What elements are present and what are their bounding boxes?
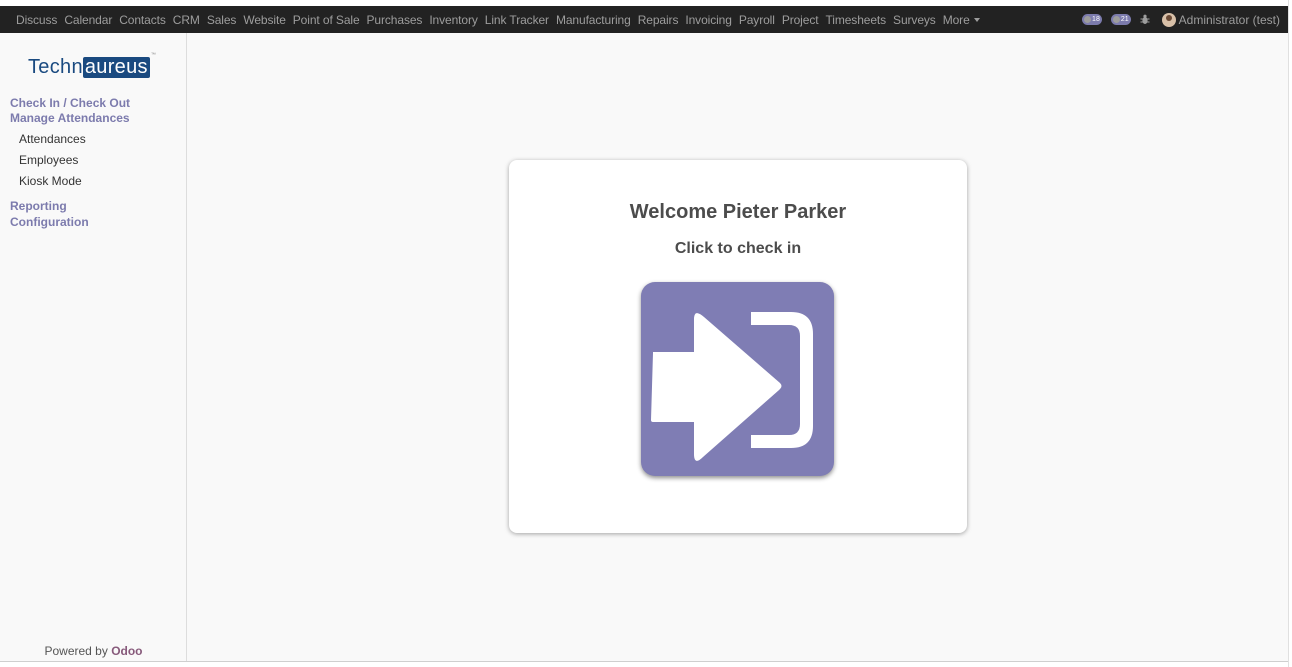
powered-by-text: Powered by xyxy=(44,644,108,658)
bug-icon[interactable] xyxy=(1140,14,1150,25)
logo-trademark: ™ xyxy=(150,52,157,58)
right-border xyxy=(1288,0,1292,667)
activity-indicator[interactable]: 18 xyxy=(1082,14,1102,25)
powered-by: Powered by Odoo xyxy=(0,644,187,658)
chat-icon xyxy=(1112,16,1120,23)
menu-more-label: More xyxy=(942,12,970,27)
menu-purchases[interactable]: Purchases xyxy=(367,13,423,27)
caret-down-icon xyxy=(973,18,980,23)
sidebar-reporting[interactable]: Reporting xyxy=(10,199,67,213)
sidebar-manage-attendances[interactable]: Manage Attendances xyxy=(10,111,130,125)
menu-repairs[interactable]: Repairs xyxy=(638,13,679,27)
app-menu: Discuss Calendar Contacts CRM Sales Webs… xyxy=(16,6,987,33)
attendance-card: Welcome Pieter Parker Click to check in xyxy=(509,160,967,533)
menu-more[interactable]: More xyxy=(943,13,980,27)
odoo-link[interactable]: Odoo xyxy=(111,644,142,658)
menu-inventory[interactable]: Inventory xyxy=(429,13,478,27)
messages-count: 21 xyxy=(1120,16,1129,23)
sidebar-check-in-check-out[interactable]: Check In / Check Out xyxy=(10,96,130,110)
menu-contacts[interactable]: Contacts xyxy=(119,13,166,27)
menu-discuss[interactable]: Discuss xyxy=(16,13,57,27)
sidebar-item-employees[interactable]: Employees xyxy=(19,153,78,167)
sidebar-configuration[interactable]: Configuration xyxy=(10,215,89,229)
check-in-hint: Click to check in xyxy=(674,240,802,257)
menu-calendar[interactable]: Calendar xyxy=(64,13,112,27)
menu-sales[interactable]: Sales xyxy=(207,13,237,27)
menu-surveys[interactable]: Surveys xyxy=(893,13,936,27)
company-logo[interactable]: Techn aureus ™ xyxy=(28,52,157,79)
welcome-message: Welcome Pieter Parker xyxy=(629,201,847,223)
sign-in-icon xyxy=(651,312,813,461)
menu-crm[interactable]: CRM xyxy=(173,13,200,27)
bottom-border xyxy=(0,661,1288,662)
menu-website[interactable]: Website xyxy=(243,13,286,27)
menu-link-tracker[interactable]: Link Tracker xyxy=(485,13,549,27)
menu-manufacturing[interactable]: Manufacturing xyxy=(556,13,631,27)
top-navbar: Discuss Calendar Contacts CRM Sales Webs… xyxy=(0,6,1288,33)
activity-count: 18 xyxy=(1092,16,1100,23)
systray: 18 21 Administrator (test) xyxy=(1082,6,1288,33)
menu-invoicing[interactable]: Invoicing xyxy=(685,13,732,27)
menu-point-of-sale[interactable]: Point of Sale xyxy=(293,13,360,27)
sidebar: Techn aureus ™ Check In / Check Out Manage… xyxy=(0,33,187,661)
menu-timesheets[interactable]: Timesheets xyxy=(825,13,886,27)
user-avatar[interactable] xyxy=(1161,12,1176,27)
check-in-button[interactable] xyxy=(641,282,834,476)
user-menu[interactable]: Administrator (test) xyxy=(1179,13,1280,27)
clock-icon xyxy=(1084,16,1092,23)
menu-payroll[interactable]: Payroll xyxy=(739,13,775,27)
menu-project[interactable]: Project xyxy=(782,13,819,27)
sidebar-item-kiosk-mode[interactable]: Kiosk Mode xyxy=(19,174,82,188)
sidebar-item-attendances[interactable]: Attendances xyxy=(19,132,86,146)
messages-indicator[interactable]: 21 xyxy=(1110,14,1131,25)
logo-text-plain: Techn xyxy=(28,55,83,78)
logo-text-boxed: aureus xyxy=(82,55,150,78)
